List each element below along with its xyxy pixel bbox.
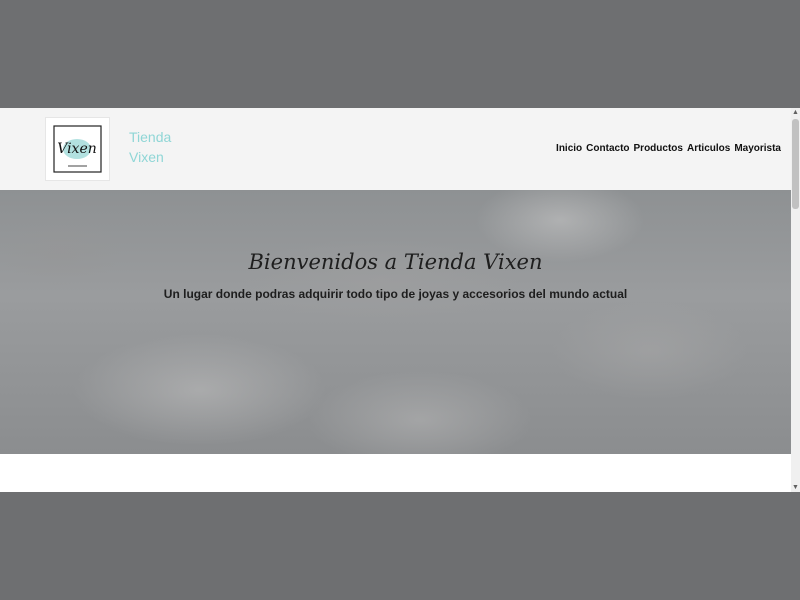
brand-line-1: Tienda	[129, 129, 172, 145]
hero-banner: Bienvenidos a Tienda Vixen Un lugar dond…	[0, 190, 791, 454]
brand-line-2: Vixen	[129, 149, 164, 165]
nav-contacto[interactable]: Contacto	[586, 143, 629, 154]
nav-mayorista[interactable]: Mayorista	[734, 143, 781, 154]
site-header: Vixen Tienda Vixen Inicio Contacto Produ…	[0, 108, 791, 190]
vixen-logo-icon: Vixen	[53, 125, 102, 173]
logo[interactable]: Vixen	[46, 118, 109, 180]
hero-title: Bienvenidos a Tienda Vixen	[248, 250, 543, 274]
brand-name: Tienda Vixen	[129, 127, 171, 167]
nav-productos[interactable]: Productos	[634, 143, 683, 154]
scroll-thumb[interactable]	[792, 119, 799, 209]
nav-articulos[interactable]: Articulos	[687, 143, 730, 154]
vertical-scrollbar[interactable]: ▲ ▼	[791, 108, 800, 492]
nav-inicio[interactable]: Inicio	[556, 143, 582, 154]
browser-viewport: Vixen Tienda Vixen Inicio Contacto Produ…	[0, 108, 800, 492]
logo-text: Vixen	[57, 141, 97, 157]
hero-subtitle: Un lugar donde podras adquirir todo tipo…	[163, 287, 628, 301]
scroll-up-icon[interactable]: ▲	[791, 108, 800, 117]
scroll-down-icon[interactable]: ▼	[791, 483, 800, 492]
main-nav: Inicio Contacto Productos Articulos Mayo…	[556, 143, 781, 154]
